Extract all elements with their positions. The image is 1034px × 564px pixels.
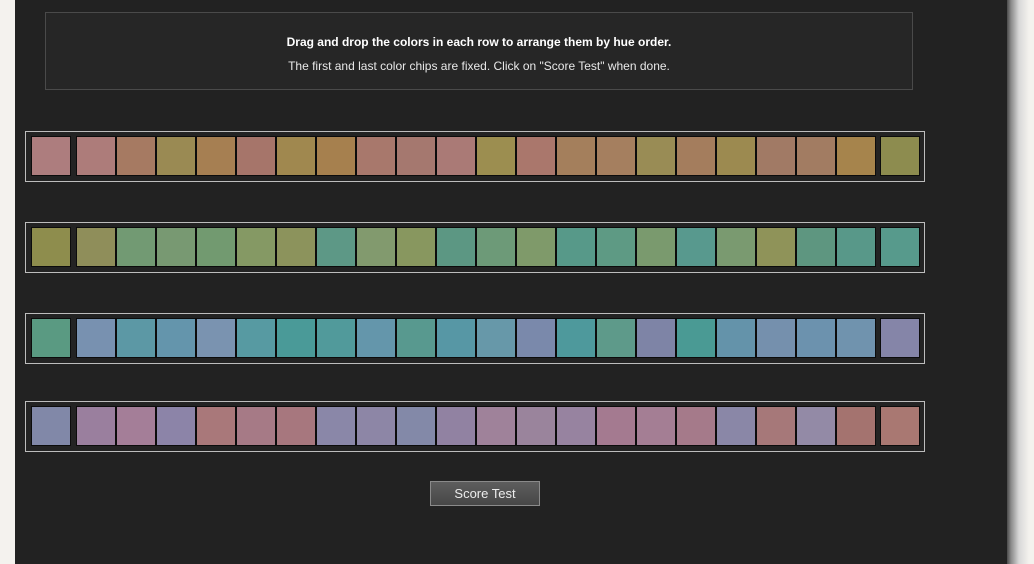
color-chip[interactable]: [276, 318, 316, 358]
color-chip[interactable]: [836, 227, 876, 267]
fixed-color-chip: [880, 318, 920, 358]
color-chip[interactable]: [836, 406, 876, 446]
color-chip[interactable]: [156, 227, 196, 267]
color-chip[interactable]: [396, 318, 436, 358]
color-chip[interactable]: [756, 227, 796, 267]
color-chip[interactable]: [676, 136, 716, 176]
color-chip[interactable]: [516, 136, 556, 176]
color-chip[interactable]: [756, 136, 796, 176]
color-chip[interactable]: [356, 318, 396, 358]
color-chip[interactable]: [756, 318, 796, 358]
color-chip[interactable]: [476, 227, 516, 267]
instructions-title: Drag and drop the colors in each row to …: [286, 35, 672, 49]
color-row-4: [25, 401, 925, 452]
score-test-button[interactable]: Score Test: [430, 481, 540, 506]
color-chip[interactable]: [716, 318, 756, 358]
color-chip[interactable]: [196, 136, 236, 176]
color-chip[interactable]: [156, 136, 196, 176]
color-chip[interactable]: [636, 318, 676, 358]
color-chip[interactable]: [356, 227, 396, 267]
color-chip[interactable]: [236, 318, 276, 358]
fixed-color-chip: [880, 227, 920, 267]
color-chip[interactable]: [636, 136, 676, 176]
color-chip[interactable]: [116, 227, 156, 267]
color-chip[interactable]: [596, 136, 636, 176]
color-chip[interactable]: [76, 406, 116, 446]
instructions-subtitle: The first and last color chips are fixed…: [288, 59, 670, 73]
color-chip[interactable]: [236, 136, 276, 176]
fixed-color-chip: [880, 406, 920, 446]
color-chip[interactable]: [756, 406, 796, 446]
color-chip[interactable]: [76, 227, 116, 267]
color-chip[interactable]: [556, 318, 596, 358]
color-chip[interactable]: [436, 406, 476, 446]
color-chip[interactable]: [356, 406, 396, 446]
fixed-color-chip: [31, 406, 71, 446]
color-chip[interactable]: [716, 227, 756, 267]
color-chip[interactable]: [556, 227, 596, 267]
color-chip[interactable]: [836, 318, 876, 358]
color-chip[interactable]: [596, 406, 636, 446]
color-chip[interactable]: [796, 406, 836, 446]
color-chip[interactable]: [476, 136, 516, 176]
color-chip[interactable]: [196, 227, 236, 267]
color-chip[interactable]: [716, 406, 756, 446]
color-chip[interactable]: [316, 318, 356, 358]
color-row-1: [25, 131, 925, 182]
fixed-color-chip: [880, 136, 920, 176]
color-chip[interactable]: [716, 136, 756, 176]
color-chip[interactable]: [316, 406, 356, 446]
color-chip[interactable]: [516, 406, 556, 446]
instructions-box: Drag and drop the colors in each row to …: [45, 12, 913, 90]
color-chip[interactable]: [116, 406, 156, 446]
color-chip[interactable]: [796, 136, 836, 176]
color-chip[interactable]: [236, 227, 276, 267]
fixed-color-chip: [31, 227, 71, 267]
color-chip[interactable]: [596, 318, 636, 358]
color-row-2: [25, 222, 925, 273]
color-chip[interactable]: [196, 318, 236, 358]
color-chip[interactable]: [596, 227, 636, 267]
fixed-color-chip: [31, 318, 71, 358]
color-chip[interactable]: [236, 406, 276, 446]
color-chip[interactable]: [556, 136, 596, 176]
color-chip[interactable]: [516, 318, 556, 358]
color-chip[interactable]: [316, 227, 356, 267]
color-chip[interactable]: [116, 318, 156, 358]
color-chip[interactable]: [556, 406, 596, 446]
color-chip[interactable]: [436, 227, 476, 267]
color-chip[interactable]: [676, 318, 716, 358]
fixed-color-chip: [31, 136, 71, 176]
color-chip[interactable]: [396, 136, 436, 176]
color-chip[interactable]: [636, 227, 676, 267]
color-chip[interactable]: [276, 136, 316, 176]
color-chip[interactable]: [356, 136, 396, 176]
color-chip[interactable]: [276, 406, 316, 446]
color-chip[interactable]: [196, 406, 236, 446]
color-chip[interactable]: [676, 227, 716, 267]
color-chip[interactable]: [436, 318, 476, 358]
color-chip[interactable]: [476, 318, 516, 358]
color-chip[interactable]: [836, 136, 876, 176]
color-chip[interactable]: [796, 227, 836, 267]
color-chip[interactable]: [436, 136, 476, 176]
color-chip[interactable]: [76, 136, 116, 176]
color-chip[interactable]: [676, 406, 716, 446]
color-row-3: [25, 313, 925, 364]
color-chip[interactable]: [156, 318, 196, 358]
color-chip[interactable]: [316, 136, 356, 176]
color-chip[interactable]: [796, 318, 836, 358]
color-chip[interactable]: [156, 406, 196, 446]
color-chip[interactable]: [636, 406, 676, 446]
panel-shadow: [1007, 0, 1034, 564]
color-chip[interactable]: [396, 406, 436, 446]
color-chip[interactable]: [516, 227, 556, 267]
color-chip[interactable]: [76, 318, 116, 358]
color-chip[interactable]: [476, 406, 516, 446]
color-chip[interactable]: [396, 227, 436, 267]
color-chip[interactable]: [276, 227, 316, 267]
color-chip[interactable]: [116, 136, 156, 176]
